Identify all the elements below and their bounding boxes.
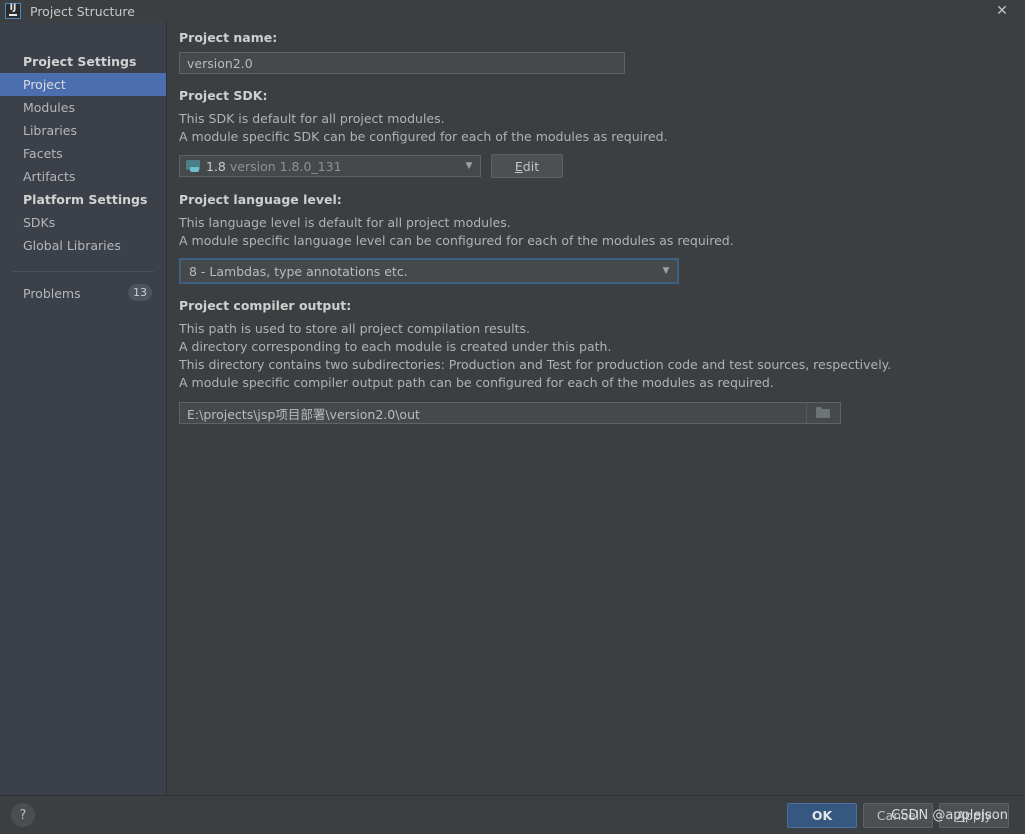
sidebar-item-sdks[interactable]: SDKs bbox=[0, 211, 166, 234]
language-level-value: 8 - Lambdas, type annotations etc. bbox=[189, 263, 408, 279]
sidebar: Project Settings Project Modules Librari… bbox=[0, 22, 167, 795]
folder-browse-icon[interactable] bbox=[806, 403, 840, 423]
sidebar-divider bbox=[12, 271, 154, 272]
sidebar-item-artifacts[interactable]: Artifacts bbox=[0, 165, 166, 188]
chevron-down-icon[interactable]: ▼ bbox=[655, 266, 677, 276]
sidebar-group-platform-settings: Platform Settings bbox=[23, 192, 148, 207]
compiler-output-input[interactable]: E:\projects\jsp项目部署\version2.0\out bbox=[179, 402, 841, 424]
compiler-output-desc-line-4: A module specific compiler output path c… bbox=[179, 375, 774, 390]
window-title: Project Structure bbox=[30, 3, 135, 19]
apply-button-mnemonic: A bbox=[956, 808, 965, 823]
ok-button[interactable]: OK bbox=[787, 803, 857, 828]
project-sdk-version: version 1.8.0_131 bbox=[229, 158, 342, 174]
intellij-idea-logo-icon bbox=[5, 3, 21, 19]
sidebar-item-libraries[interactable]: Libraries bbox=[0, 119, 166, 142]
help-button[interactable]: ? bbox=[11, 803, 35, 827]
project-name-section: Project name: version2.0 bbox=[179, 30, 1025, 74]
language-level-combobox[interactable]: 8 - Lambdas, type annotations etc. ▼ bbox=[179, 258, 679, 284]
compiler-output-label: Project compiler output: bbox=[179, 298, 352, 313]
sidebar-item-problems[interactable]: Problems 13 bbox=[0, 282, 166, 305]
close-icon[interactable]: ✕ bbox=[979, 0, 1025, 22]
project-sdk-desc-line-2: A module specific SDK can be configured … bbox=[179, 129, 668, 144]
language-level-desc-line-1: This language level is default for all p… bbox=[179, 215, 511, 230]
project-sdk-row: 1.8 version 1.8.0_131 ▼ Edit bbox=[179, 154, 1025, 178]
project-sdk-combobox[interactable]: 1.8 version 1.8.0_131 ▼ bbox=[179, 155, 481, 177]
title-bar: Project Structure ✕ bbox=[0, 0, 1025, 22]
apply-button-rest: pply bbox=[964, 808, 992, 823]
folder-icon-glyph bbox=[816, 407, 831, 419]
jdk-icon bbox=[186, 160, 201, 172]
project-sdk-label: Project SDK: bbox=[179, 88, 268, 103]
sidebar-item-modules[interactable]: Modules bbox=[0, 96, 166, 119]
compiler-output-value: E:\projects\jsp项目部署\version2.0\out bbox=[187, 406, 420, 422]
compiler-output-desc-line-1: This path is used to store all project c… bbox=[179, 321, 530, 336]
apply-button[interactable]: Apply bbox=[939, 803, 1009, 828]
project-sdk-name: 1.8 bbox=[206, 158, 226, 174]
problems-count-badge: 13 bbox=[128, 284, 152, 301]
project-sdk-section: Project SDK: This SDK is default for all… bbox=[179, 88, 1025, 178]
edit-button-mnemonic: E bbox=[514, 158, 523, 174]
language-level-section: Project language level: This language le… bbox=[179, 192, 1025, 284]
sidebar-item-problems-label: Problems bbox=[23, 286, 81, 301]
project-sdk-desc-line-1: This SDK is default for all project modu… bbox=[179, 111, 445, 126]
project-name-label: Project name: bbox=[179, 30, 278, 45]
sidebar-item-facets[interactable]: Facets bbox=[0, 142, 166, 165]
language-level-label: Project language level: bbox=[179, 192, 342, 207]
project-structure-dialog: Project Structure ✕ ← → Project Settings… bbox=[0, 0, 1025, 834]
project-name-input[interactable]: version2.0 bbox=[179, 52, 625, 74]
compiler-output-section: Project compiler output: This path is us… bbox=[179, 298, 1025, 424]
footer-button-group: OK Cancel Apply bbox=[787, 803, 1009, 828]
project-name-value: version2.0 bbox=[187, 55, 253, 71]
project-sdk-value: 1.8 version 1.8.0_131 bbox=[206, 159, 458, 174]
compiler-output-desc-line-3: This directory contains two subdirectori… bbox=[179, 357, 892, 372]
sidebar-item-project[interactable]: Project bbox=[0, 73, 166, 96]
dialog-footer: ? OK Cancel Apply CSDN @applejson bbox=[0, 795, 1025, 834]
compiler-output-desc-line-2: A directory corresponding to each module… bbox=[179, 339, 612, 354]
edit-button-rest: dit bbox=[522, 158, 540, 174]
sidebar-group-project-settings: Project Settings bbox=[23, 54, 137, 69]
main-panel: Project name: version2.0 Project SDK: Th… bbox=[168, 22, 1025, 795]
language-level-desc-line-2: A module specific language level can be … bbox=[179, 233, 734, 248]
chevron-down-icon[interactable]: ▼ bbox=[458, 161, 480, 171]
sidebar-item-global-libraries[interactable]: Global Libraries bbox=[0, 234, 166, 257]
edit-sdk-button[interactable]: Edit bbox=[491, 154, 563, 178]
cancel-button[interactable]: Cancel bbox=[863, 803, 933, 828]
